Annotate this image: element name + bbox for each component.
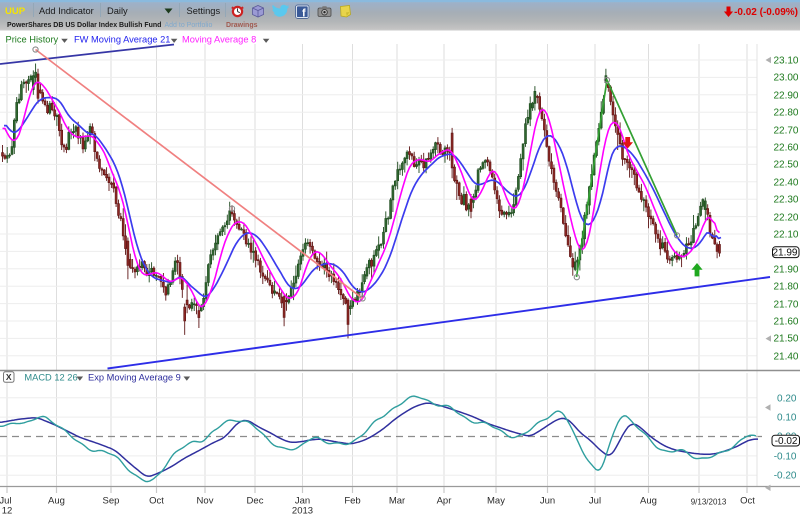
- svg-text:22.20: 22.20: [773, 213, 798, 224]
- svg-text:22.60: 22.60: [773, 143, 798, 154]
- svg-text:FW Moving Average 21: FW Moving Average 21: [74, 35, 170, 45]
- svg-text:Aug: Aug: [48, 496, 65, 507]
- svg-text:Jun: Jun: [540, 496, 555, 507]
- svg-text:Oct: Oct: [149, 496, 164, 507]
- svg-text:21.70: 21.70: [773, 300, 798, 311]
- svg-text:Settings: Settings: [187, 6, 221, 16]
- svg-text:Price History: Price History: [6, 35, 59, 45]
- svg-text:23.00: 23.00: [773, 73, 798, 84]
- svg-text:Add Indicator: Add Indicator: [39, 6, 94, 16]
- svg-text:Oct: Oct: [740, 496, 755, 507]
- svg-text:Drawings: Drawings: [226, 22, 258, 29]
- svg-text:0.20: 0.20: [777, 394, 797, 405]
- svg-text:21.80: 21.80: [773, 282, 798, 293]
- svg-text:Aug: Aug: [640, 496, 657, 507]
- svg-text:12: 12: [2, 506, 13, 516]
- svg-text:21.99: 21.99: [772, 248, 797, 259]
- svg-text:22.10: 22.10: [773, 230, 798, 241]
- svg-text:Moving Average 8: Moving Average 8: [182, 35, 256, 45]
- svg-text:X: X: [6, 372, 12, 382]
- svg-text:Daily: Daily: [107, 6, 128, 16]
- svg-text:-0.02 (-0.09%): -0.02 (-0.09%): [734, 7, 798, 18]
- svg-text:Feb: Feb: [344, 496, 360, 507]
- svg-text:22.30: 22.30: [773, 195, 798, 206]
- svg-text:-0.02: -0.02: [775, 436, 798, 447]
- svg-text:Jul: Jul: [589, 496, 601, 507]
- svg-text:22.80: 22.80: [773, 108, 798, 119]
- svg-text:-0.20: -0.20: [774, 471, 797, 482]
- svg-text:Apr: Apr: [437, 496, 452, 507]
- svg-text:2013: 2013: [292, 506, 313, 516]
- svg-text:Nov: Nov: [197, 496, 214, 507]
- svg-text:23.10: 23.10: [773, 56, 798, 67]
- svg-text:21.50: 21.50: [773, 334, 798, 345]
- svg-text:22.50: 22.50: [773, 160, 798, 171]
- svg-text:22.70: 22.70: [773, 126, 798, 137]
- svg-text:Sep: Sep: [103, 496, 120, 507]
- svg-text:21.60: 21.60: [773, 317, 798, 328]
- svg-text:Add to Portfolio: Add to Portfolio: [165, 22, 213, 29]
- svg-text:PowerShares DB US Dollar Index: PowerShares DB US Dollar Index Bullish F…: [7, 22, 161, 29]
- svg-text:UUP: UUP: [5, 6, 26, 17]
- svg-text:21.40: 21.40: [773, 352, 798, 363]
- svg-text:0.10: 0.10: [777, 413, 797, 424]
- svg-text:22.90: 22.90: [773, 91, 798, 102]
- svg-text:f: f: [302, 7, 306, 19]
- svg-text:Exp Moving Average 9: Exp Moving Average 9: [88, 373, 181, 383]
- svg-text:-0.10: -0.10: [774, 452, 797, 463]
- svg-text:9/13/2013: 9/13/2013: [691, 498, 727, 507]
- svg-text:Mar: Mar: [389, 496, 405, 507]
- svg-text:Dec: Dec: [247, 496, 264, 507]
- svg-text:22.40: 22.40: [773, 178, 798, 189]
- svg-text:May: May: [487, 496, 505, 507]
- svg-text:MACD 12 26: MACD 12 26: [24, 373, 77, 383]
- svg-text:21.90: 21.90: [773, 265, 798, 276]
